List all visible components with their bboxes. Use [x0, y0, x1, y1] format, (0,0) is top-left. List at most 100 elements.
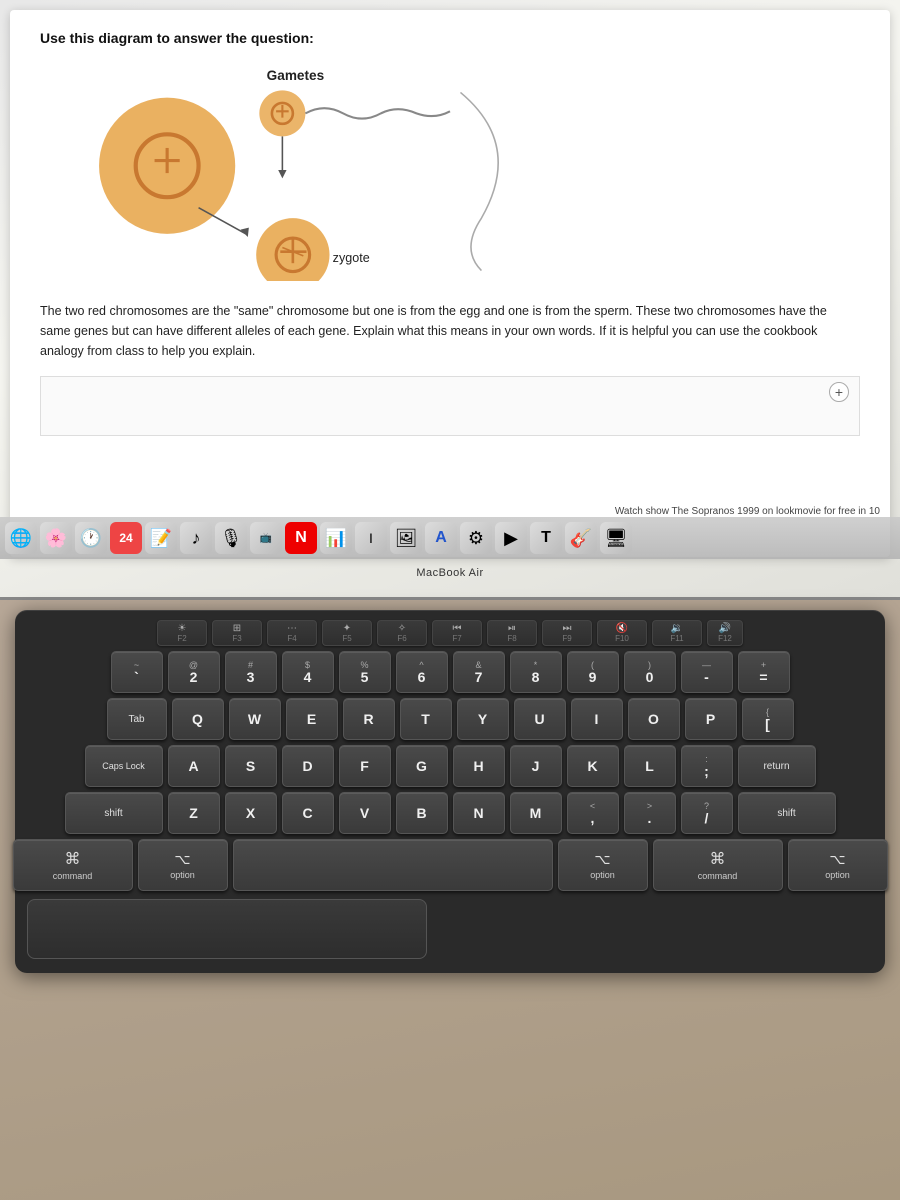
number-row: ~ ` @ 2 # 3 $ 4 % 5 ^ 6 [27, 651, 873, 693]
dock-icon-t[interactable]: T [530, 522, 562, 554]
key-f9[interactable]: ⏭ F9 [542, 620, 592, 646]
dock-icon-n[interactable]: N [285, 522, 317, 554]
key-slash[interactable]: ? / [681, 792, 733, 834]
key-8[interactable]: * 8 [510, 651, 562, 693]
key-c[interactable]: C [282, 792, 334, 834]
key-f3[interactable]: ⊞ F3 [212, 620, 262, 646]
dock-icon-chart[interactable]: 📊 [320, 522, 352, 554]
dock-icon-a[interactable]: A [425, 522, 457, 554]
key-e[interactable]: E [286, 698, 338, 740]
key-command-right[interactable]: ⌘ command [653, 839, 783, 891]
dock-icon-podcast[interactable]: 🎙 [215, 522, 247, 554]
key-f4[interactable]: ⋯ F4 [267, 620, 317, 646]
key-w[interactable]: W [229, 698, 281, 740]
key-n[interactable]: N [453, 792, 505, 834]
key-7[interactable]: & 7 [453, 651, 505, 693]
key-y[interactable]: Y [457, 698, 509, 740]
key-g[interactable]: G [396, 745, 448, 787]
key-t[interactable]: T [400, 698, 452, 740]
key-return[interactable]: return [738, 745, 816, 787]
answer-area[interactable]: + [40, 376, 860, 436]
key-capslock[interactable]: Caps Lock [85, 745, 163, 787]
key-shift-left[interactable]: shift [65, 792, 163, 834]
dock-icon-clock[interactable]: 🕐 [75, 522, 107, 554]
key-f11[interactable]: 🔉 F11 [652, 620, 702, 646]
key-a[interactable]: A [168, 745, 220, 787]
qwerty-row: Tab Q W E R T Y U I O P { [ [27, 698, 873, 740]
dock-icon-screenshot[interactable]: 🖥 [600, 522, 632, 554]
key-bracket-open[interactable]: { [ [742, 698, 794, 740]
key-equals[interactable]: + = [738, 651, 790, 693]
key-semicolon[interactable]: : ; [681, 745, 733, 787]
diagram-area: Gametes [40, 61, 860, 281]
key-f5[interactable]: ✦ F5 [322, 620, 372, 646]
svg-text:Gametes: Gametes [267, 68, 325, 83]
key-f10[interactable]: 🔇 F10 [597, 620, 647, 646]
key-f6[interactable]: ✧ F6 [377, 620, 427, 646]
key-j[interactable]: J [510, 745, 562, 787]
macbook-label: MacBook Air [0, 567, 900, 579]
dock-icon-music[interactable]: ♪ [180, 522, 212, 554]
key-3[interactable]: # 3 [225, 651, 277, 693]
bottom-row: ⌘ command ⌥ option ⌥ option ⌘ command ⌥ … [27, 839, 873, 891]
key-5[interactable]: % 5 [339, 651, 391, 693]
key-f[interactable]: F [339, 745, 391, 787]
key-9[interactable]: ( 9 [567, 651, 619, 693]
dock-icon-preview[interactable]: 🖼 [390, 522, 422, 554]
dock-icon-instrument[interactable]: 🎸 [565, 522, 597, 554]
plus-button[interactable]: + [829, 382, 849, 402]
key-command-left[interactable]: ⌘ command [13, 839, 133, 891]
question-header: Use this diagram to answer the question: [40, 30, 860, 46]
dock-icon-settings[interactable]: ⚙ [460, 522, 492, 554]
fn-row: ☀ F2 ⊞ F3 ⋯ F4 ✦ F5 ✧ F6 ⏮ F7 [27, 620, 873, 646]
key-v[interactable]: V [339, 792, 391, 834]
keyboard-wrapper: ☀ F2 ⊞ F3 ⋯ F4 ✦ F5 ✧ F6 ⏮ F7 [0, 600, 900, 1200]
dock-icon-notes[interactable]: 📝 [145, 522, 177, 554]
dock-icon-quicktime[interactable]: ▶ [495, 522, 527, 554]
key-6[interactable]: ^ 6 [396, 651, 448, 693]
key-comma[interactable]: < , [567, 792, 619, 834]
key-z[interactable]: Z [168, 792, 220, 834]
key-shift-right[interactable]: shift [738, 792, 836, 834]
dock-icon-text[interactable]: I [355, 522, 387, 554]
key-tilde[interactable]: ~ ` [111, 651, 163, 693]
key-f8[interactable]: ⏯ F8 [487, 620, 537, 646]
key-4[interactable]: $ 4 [282, 651, 334, 693]
key-m[interactable]: M [510, 792, 562, 834]
key-i[interactable]: I [571, 698, 623, 740]
key-2[interactable]: @ 2 [168, 651, 220, 693]
key-q[interactable]: Q [172, 698, 224, 740]
laptop-screen: Use this diagram to answer the question:… [0, 0, 900, 600]
keyboard: ☀ F2 ⊞ F3 ⋯ F4 ✦ F5 ✧ F6 ⏮ F7 [15, 610, 885, 973]
key-h[interactable]: H [453, 745, 505, 787]
key-x[interactable]: X [225, 792, 277, 834]
key-minus[interactable]: — - [681, 651, 733, 693]
key-period[interactable]: > . [624, 792, 676, 834]
dock-icon-calendar[interactable]: 24 [110, 522, 142, 554]
key-option-far-right[interactable]: ⌥ option [788, 839, 888, 891]
svg-text:zygote: zygote [333, 251, 370, 265]
key-0[interactable]: ) 0 [624, 651, 676, 693]
key-b[interactable]: B [396, 792, 448, 834]
key-option-right[interactable]: ⌥ option [558, 839, 648, 891]
key-f7[interactable]: ⏮ F7 [432, 620, 482, 646]
key-k[interactable]: K [567, 745, 619, 787]
dock-icon-photos[interactable]: 🌸 [40, 522, 72, 554]
key-f2[interactable]: ☀ F2 [157, 620, 207, 646]
key-r[interactable]: R [343, 698, 395, 740]
key-p[interactable]: P [685, 698, 737, 740]
key-option-left[interactable]: ⌥ option [138, 839, 228, 891]
dock-icon-appletv[interactable]: 📺 [250, 522, 282, 554]
screen-content: Use this diagram to answer the question:… [10, 10, 890, 557]
key-o[interactable]: O [628, 698, 680, 740]
key-s[interactable]: S [225, 745, 277, 787]
dock-bar: 🌐 🌸 🕐 24 📝 ♪ 🎙 📺 N 📊 I 🖼 A ⚙ ▶ T 🎸 🖥 [0, 517, 900, 559]
dock-icon-finder[interactable]: 🌐 [5, 522, 37, 554]
key-tab[interactable]: Tab [107, 698, 167, 740]
touchpad[interactable] [27, 899, 427, 959]
key-d[interactable]: D [282, 745, 334, 787]
key-l[interactable]: L [624, 745, 676, 787]
key-space[interactable] [233, 839, 553, 891]
key-f12[interactable]: 🔊 F12 [707, 620, 743, 646]
key-u[interactable]: U [514, 698, 566, 740]
